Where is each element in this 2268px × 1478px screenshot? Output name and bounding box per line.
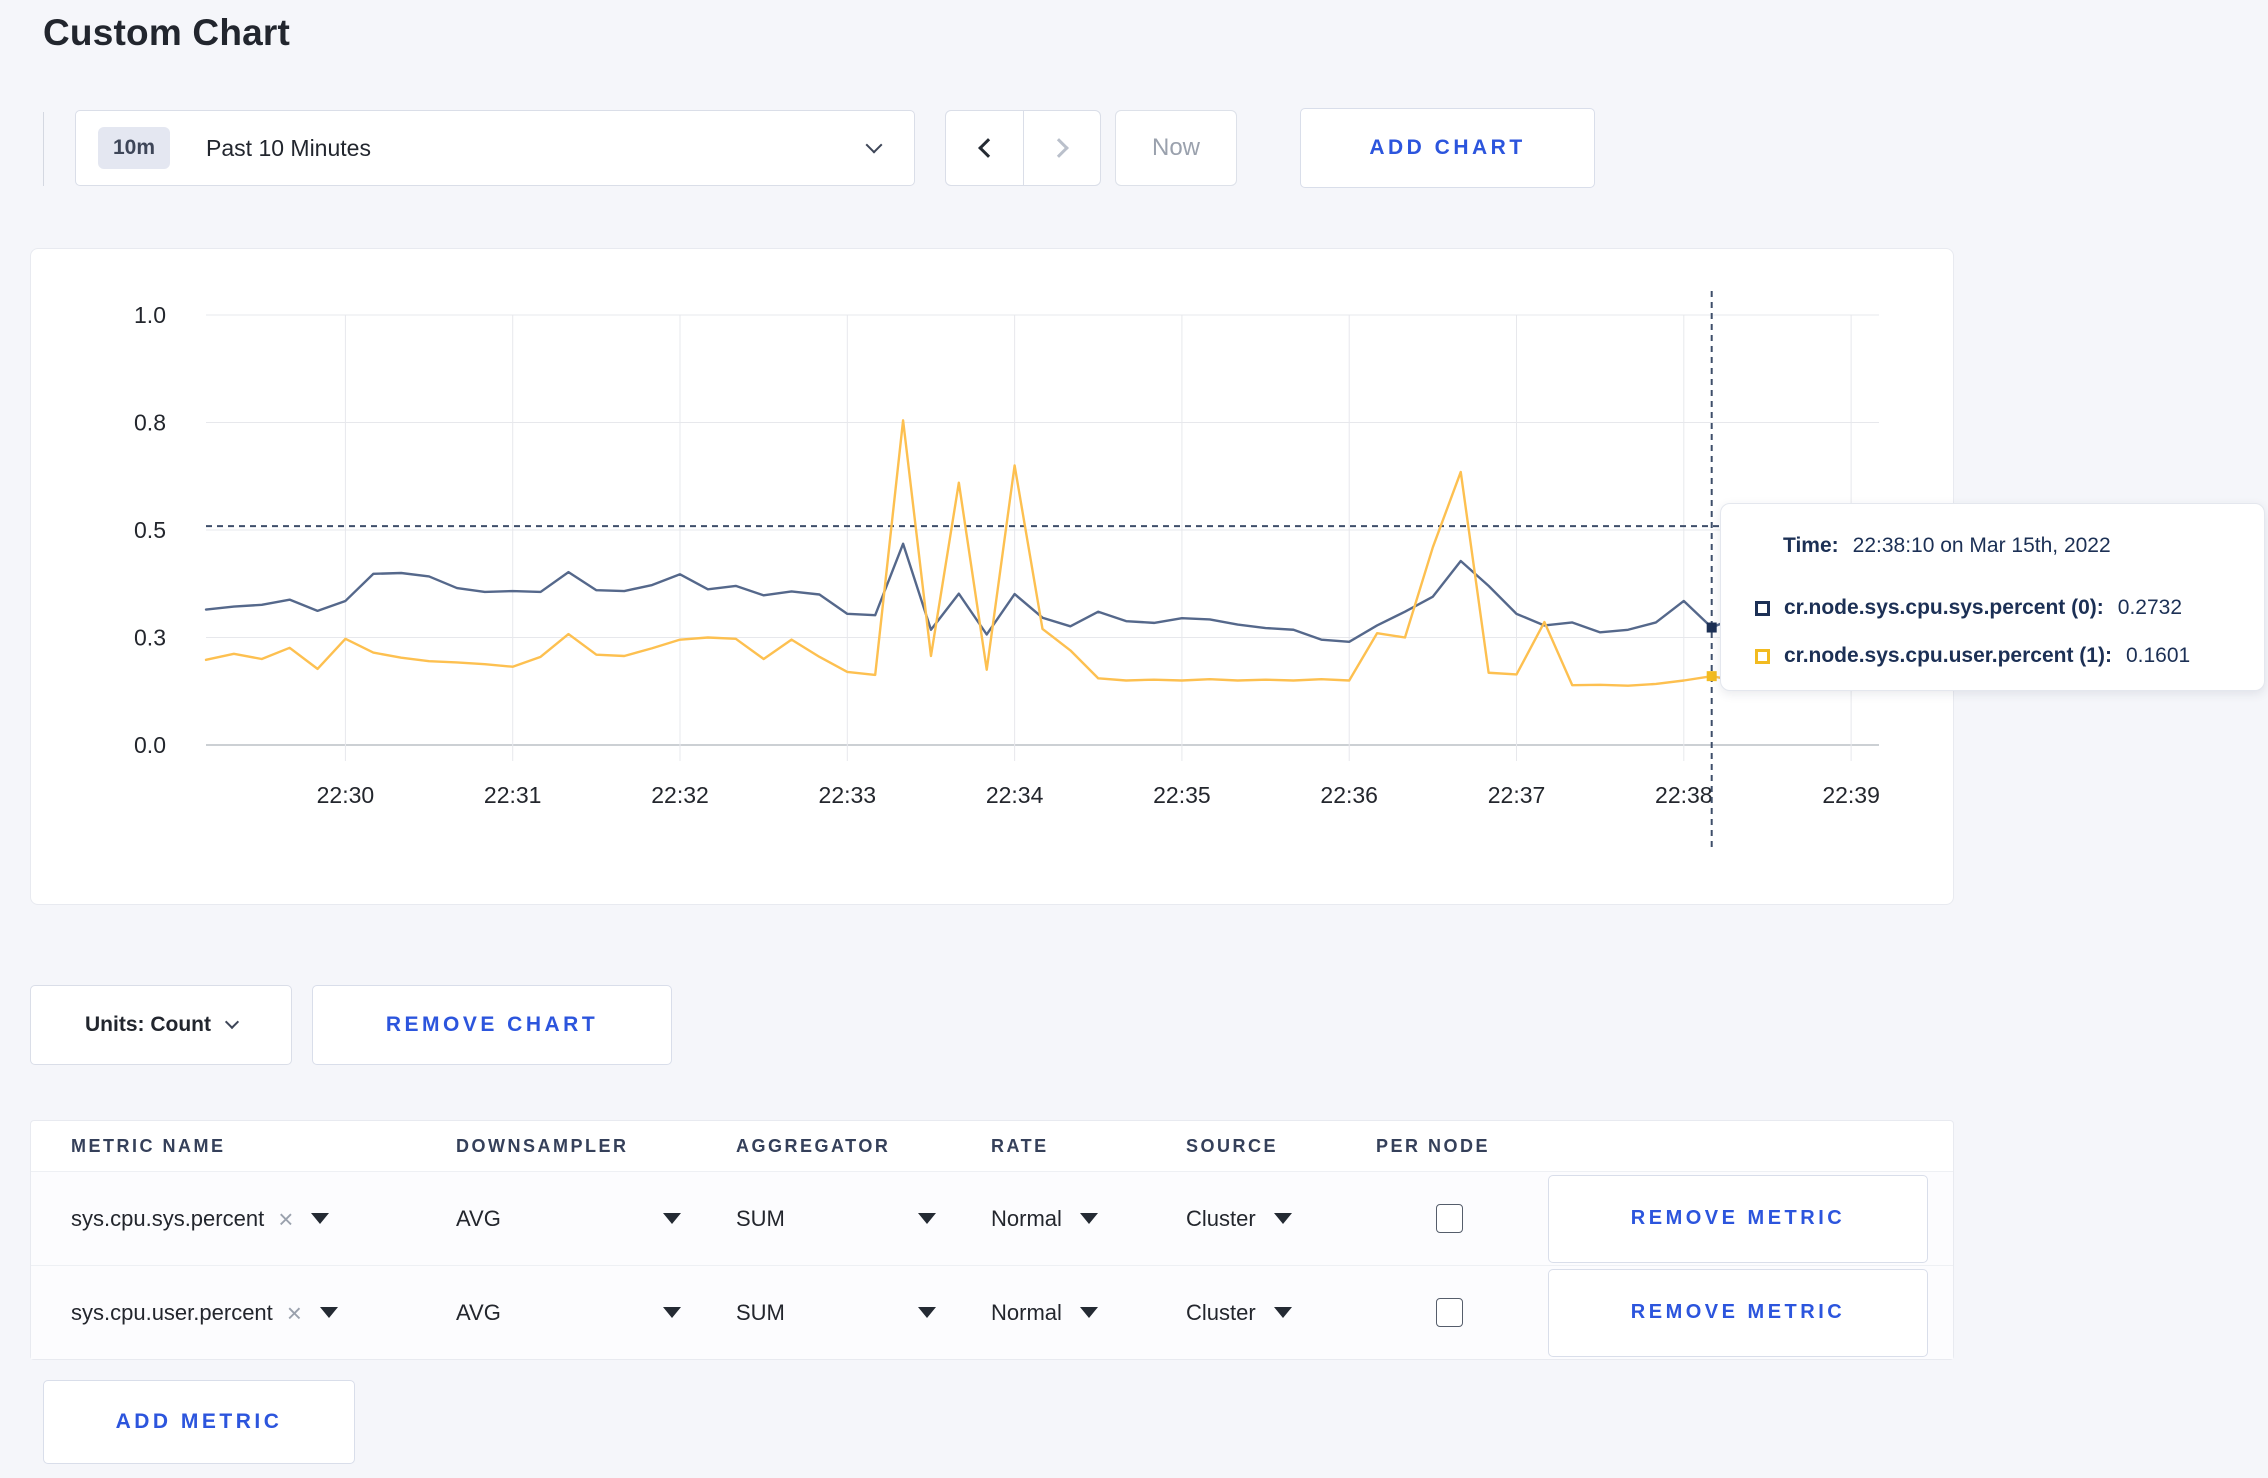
svg-text:22:30: 22:30	[317, 782, 375, 808]
chart-card: 0.0 0.3 0.5 0.8 1.0 22:30 22:31 22:32 22:33 22:34…	[30, 248, 1954, 905]
downsampler-select[interactable]: AVG	[456, 1300, 736, 1326]
tooltip-series-user-label: cr.node.sys.cpu.user.percent (1):	[1784, 644, 2112, 667]
downsampler-value: AVG	[456, 1299, 501, 1325]
svg-text:22:32: 22:32	[651, 782, 709, 808]
next-time-button[interactable]	[1023, 111, 1100, 185]
remove-chart-button[interactable]: REMOVE CHART	[312, 985, 672, 1065]
svg-text:0.8: 0.8	[134, 410, 166, 436]
tooltip-series-sys-label: cr.node.sys.cpu.sys.percent (0):	[1784, 596, 2104, 619]
col-header-per-node: PER NODE	[1376, 1135, 1491, 1156]
svg-text:22:33: 22:33	[819, 782, 877, 808]
svg-text:22:38: 22:38	[1655, 782, 1713, 808]
svg-text:22:34: 22:34	[986, 782, 1044, 808]
chevron-down-icon	[865, 136, 883, 154]
aggregator-select[interactable]: SUM	[736, 1300, 991, 1326]
tooltip-time-label: Time:	[1783, 534, 1839, 557]
time-range-select[interactable]: 10m Past 10 Minutes	[75, 110, 915, 186]
caret-down-icon	[663, 1213, 681, 1224]
aggregator-value: SUM	[736, 1205, 785, 1231]
col-header-metric-name: METRIC NAME	[71, 1135, 226, 1156]
col-header-downsampler: DOWNSAMPLER	[456, 1135, 629, 1156]
toolbar-divider	[43, 112, 44, 186]
rate-value: Normal	[991, 1205, 1062, 1231]
caret-down-icon	[311, 1213, 330, 1224]
source-select[interactable]: Cluster	[1186, 1206, 1376, 1232]
chevron-right-icon	[1049, 138, 1069, 158]
prev-time-button[interactable]	[946, 111, 1023, 185]
metric-name-select[interactable]: sys.cpu.sys.percent ×	[71, 1206, 456, 1232]
svg-text:22:39: 22:39	[1822, 782, 1880, 808]
metric-name-value: sys.cpu.sys.percent	[71, 1205, 265, 1231]
remove-selection-icon[interactable]: ×	[287, 1300, 302, 1326]
svg-text:0.5: 0.5	[134, 517, 166, 543]
table-header-row: METRIC NAME DOWNSAMPLER AGGREGATOR RATE …	[31, 1121, 1953, 1171]
remove-metric-button[interactable]: REMOVE METRIC	[1548, 1174, 1928, 1263]
chevron-down-icon	[224, 1014, 240, 1030]
caret-down-icon	[319, 1307, 338, 1318]
add-chart-button[interactable]: ADD CHART	[1300, 108, 1595, 188]
table-row: sys.cpu.sys.percent × AVG SUM Normal Clu…	[31, 1171, 1953, 1265]
table-row: sys.cpu.user.percent × AVG SUM Normal Cl…	[31, 1265, 1953, 1359]
metric-name-value: sys.cpu.user.percent	[71, 1299, 273, 1325]
per-node-checkbox[interactable]	[1436, 1298, 1463, 1327]
metrics-table: METRIC NAME DOWNSAMPLER AGGREGATOR RATE …	[30, 1120, 1954, 1360]
caret-down-icon	[1273, 1307, 1292, 1318]
chart-tooltip: Time: 22:38:10 on Mar 15th, 2022 cr.node…	[1720, 503, 2265, 691]
chevron-left-icon	[977, 138, 998, 158]
caret-down-icon	[918, 1307, 936, 1318]
units-select[interactable]: Units: Count	[30, 985, 292, 1065]
caret-down-icon	[1079, 1213, 1098, 1224]
series-sys-swatch-icon	[1755, 600, 1770, 616]
time-step-group	[945, 110, 1101, 186]
svg-text:22:35: 22:35	[1153, 782, 1211, 808]
downsampler-value: AVG	[456, 1205, 501, 1231]
now-button[interactable]: Now	[1115, 110, 1237, 186]
svg-text:22:37: 22:37	[1488, 782, 1546, 808]
metric-name-select[interactable]: sys.cpu.user.percent ×	[71, 1300, 456, 1326]
source-value: Cluster	[1186, 1205, 1256, 1231]
svg-text:0.0: 0.0	[134, 732, 166, 758]
add-metric-button[interactable]: ADD METRIC	[43, 1380, 355, 1464]
aggregator-select[interactable]: SUM	[736, 1206, 991, 1232]
downsampler-select[interactable]: AVG	[456, 1206, 736, 1232]
col-header-source: SOURCE	[1186, 1135, 1279, 1156]
tooltip-series-user-value: 0.1601	[2125, 644, 2191, 667]
page-title: Custom Chart	[43, 12, 291, 53]
remove-metric-button[interactable]: REMOVE METRIC	[1548, 1268, 1928, 1357]
time-range-label: Past 10 Minutes	[206, 134, 371, 161]
svg-text:22:31: 22:31	[484, 782, 542, 808]
tooltip-time-value: 22:38:10 on Mar 15th, 2022	[1852, 534, 2111, 557]
source-select[interactable]: Cluster	[1186, 1300, 1376, 1326]
rate-select[interactable]: Normal	[991, 1206, 1186, 1232]
per-node-checkbox[interactable]	[1436, 1204, 1463, 1233]
time-range-badge: 10m	[98, 127, 171, 169]
caret-down-icon	[663, 1307, 681, 1318]
tooltip-series-sys-value: 0.2732	[2117, 596, 2183, 619]
col-header-rate: RATE	[991, 1135, 1049, 1156]
source-value: Cluster	[1186, 1299, 1256, 1325]
svg-text:0.3: 0.3	[134, 625, 166, 651]
svg-text:1.0: 1.0	[134, 302, 166, 328]
rate-select[interactable]: Normal	[991, 1300, 1186, 1326]
caret-down-icon	[1079, 1307, 1098, 1318]
col-header-aggregator: AGGREGATOR	[736, 1135, 891, 1156]
remove-selection-icon[interactable]: ×	[278, 1206, 293, 1232]
caret-down-icon	[1273, 1213, 1292, 1224]
series-user-swatch-icon	[1755, 648, 1770, 664]
rate-value: Normal	[991, 1299, 1062, 1325]
aggregator-value: SUM	[736, 1299, 785, 1325]
chart-plot[interactable]: 0.0 0.3 0.5 0.8 1.0 22:30 22:31 22:32 22:33 22:34…	[31, 249, 1955, 906]
units-label: Units: Count	[85, 1013, 211, 1036]
svg-text:22:36: 22:36	[1320, 782, 1378, 808]
caret-down-icon	[918, 1213, 936, 1224]
